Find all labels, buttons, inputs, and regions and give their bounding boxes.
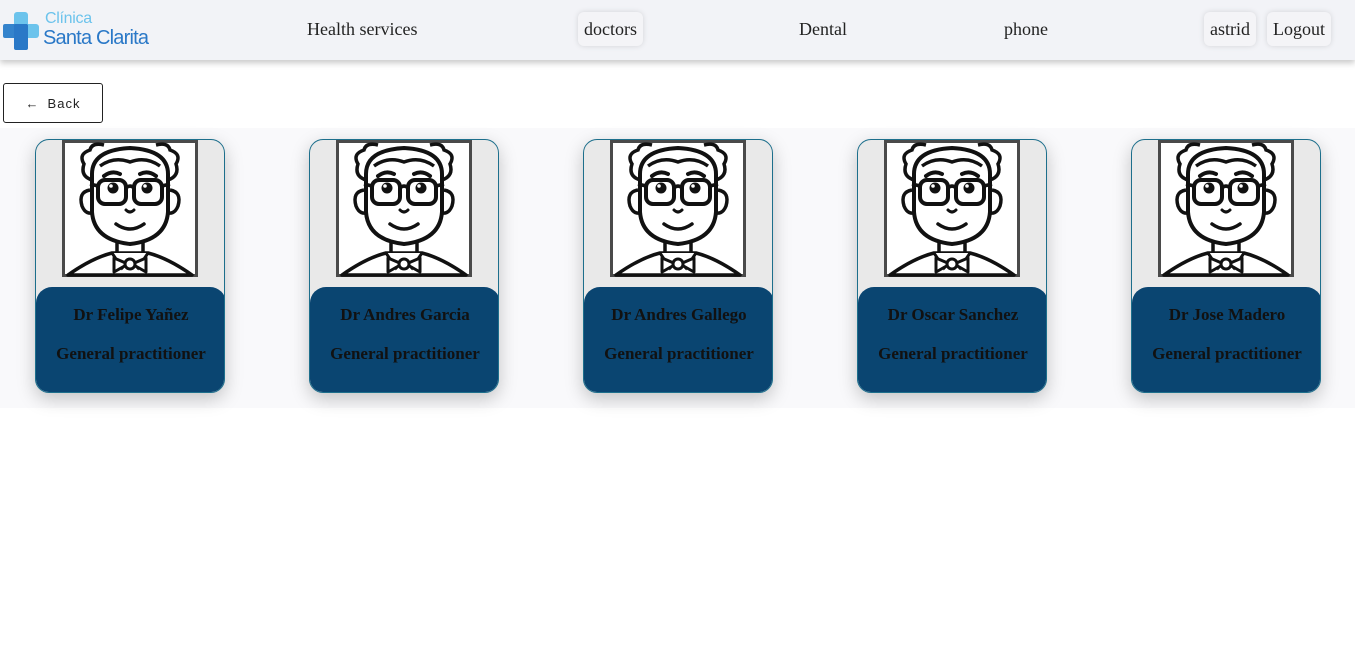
doctor-card[interactable]: Dr Andres Garcia General practitioner — [309, 139, 499, 393]
doctor-info-panel: Dr Oscar Sanchez General practitioner — [858, 287, 1046, 392]
nav-dental[interactable]: Dental — [799, 12, 847, 46]
top-navbar: Clínica Santa Clarita Health services do… — [0, 0, 1355, 60]
doctor-role: General practitioner — [878, 344, 1028, 363]
doctor-avatar-icon — [884, 140, 1020, 277]
doctor-avatar-icon — [336, 140, 472, 277]
doctor-avatar-icon — [1158, 140, 1294, 277]
doctor-name: Dr Oscar Sanchez — [887, 305, 1019, 324]
nav-health-services[interactable]: Health services — [307, 12, 417, 46]
doctor-card[interactable]: Dr Felipe Yañez General practitioner — [35, 139, 225, 393]
doctor-name: Dr Andres Gallego — [611, 305, 747, 324]
doctor-info-panel: Dr Andres Gallego General practitioner — [584, 287, 772, 392]
doctor-name: Dr Andres Garcia — [340, 305, 470, 324]
doctor-role: General practitioner — [1152, 344, 1302, 363]
back-button[interactable]: ← Back — [3, 83, 103, 123]
logo-text-clinica: Clínica — [45, 10, 92, 27]
nav-phone[interactable]: phone — [1004, 12, 1048, 46]
doctor-card[interactable]: Dr Jose Madero General practitioner — [1131, 139, 1321, 393]
doctor-info-panel: Dr Andres Garcia General practitioner — [310, 287, 498, 392]
doctor-name: Dr Felipe Yañez — [73, 305, 189, 324]
user-menu-button[interactable]: astrid — [1204, 12, 1256, 46]
back-button-label: Back — [47, 95, 81, 111]
doctor-name: Dr Jose Madero — [1168, 305, 1286, 324]
doctor-card[interactable]: Dr Oscar Sanchez General practitioner — [857, 139, 1047, 393]
medical-cross-icon — [3, 12, 39, 50]
logout-button[interactable]: Logout — [1267, 12, 1331, 46]
doctor-avatar-icon — [610, 140, 746, 277]
doctor-avatar-icon — [62, 140, 198, 277]
doctor-role: General practitioner — [330, 344, 480, 363]
logo-text-santa-clarita: Santa Clarita — [43, 27, 149, 49]
clinic-logo[interactable]: Clínica Santa Clarita — [3, 10, 163, 52]
arrow-left-icon: ← — [25, 95, 40, 111]
doctor-role: General practitioner — [56, 344, 206, 363]
doctor-info-panel: Dr Jose Madero General practitioner — [1132, 287, 1320, 392]
doctor-card[interactable]: Dr Andres Gallego General practitioner — [583, 139, 773, 393]
doctor-role: General practitioner — [604, 344, 754, 363]
nav-doctors[interactable]: doctors — [578, 12, 643, 46]
doctor-info-panel: Dr Felipe Yañez General practitioner — [36, 287, 224, 392]
